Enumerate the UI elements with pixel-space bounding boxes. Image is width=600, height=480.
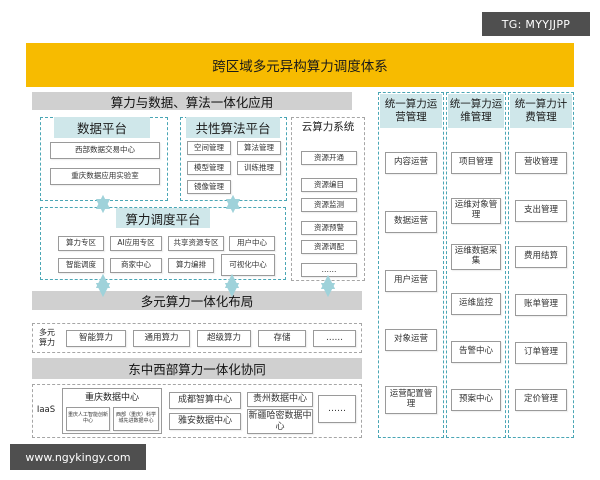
watermark-bottom: www.ngykingy.com: [10, 444, 146, 470]
billing-item-5: 定价管理: [515, 389, 567, 411]
maint-column-title: 统一算力运维管理: [448, 94, 504, 128]
sched-item-1: AI应用专区: [110, 236, 162, 251]
algo-item-4: 镜像管理: [187, 180, 231, 194]
cloud-item-4: 资源调配: [301, 240, 357, 254]
data-platform-item-1: 重庆数据应用实验室: [50, 168, 160, 185]
layout-item-4: ……: [313, 330, 356, 347]
chongqing-ai-center: 重庆人工智能创新中心: [66, 407, 110, 431]
maint-item-5: 预案中心: [451, 389, 501, 411]
chongqing-dc: 重庆数据中心: [84, 393, 139, 403]
sched-item-7: 可视化中心: [221, 254, 275, 276]
maint-item-0: 项目管理: [451, 152, 501, 174]
ops-column-title: 统一算力运营管理: [380, 94, 442, 128]
layout-item-0: 智能算力: [66, 330, 126, 347]
ops-item-2: 用户运营: [385, 270, 437, 292]
billing-item-2: 费用结算: [515, 246, 567, 268]
sched-item-3: 用户中心: [229, 236, 275, 251]
maint-item-3: 运维监控: [451, 293, 501, 315]
billing-item-4: 订单管理: [515, 342, 567, 364]
cloud-item-1: 资源编目: [301, 178, 357, 192]
sched-item-2: 共享资源专区: [168, 236, 224, 251]
algo-item-3: 训练推理: [237, 161, 281, 175]
chengdu-dc: 成都智算中心: [169, 392, 241, 409]
app-section-title: 算力与数据、算法一体化应用: [32, 92, 352, 110]
iaas-label: IaaS: [36, 405, 56, 415]
scheduling-title: 算力调度平台: [116, 208, 210, 228]
layout-section-title: 多元算力一体化布局: [32, 291, 362, 310]
maint-item-2: 运维数据采集: [451, 244, 501, 270]
algo-item-0: 空间管理: [187, 141, 231, 155]
data-platform-title: 数据平台: [54, 117, 150, 138]
cooperation-title: 东中西部算力一体化协同: [32, 358, 362, 379]
layout-item-1: 通用算力: [133, 330, 190, 347]
ops-item-1: 数据运营: [385, 211, 437, 233]
sched-item-6: 算力编排: [168, 258, 214, 273]
cloud-item-5: ……: [301, 263, 357, 277]
ops-item-3: 对象运营: [385, 329, 437, 351]
sched-item-5: 商家中心: [110, 258, 162, 273]
ops-item-0: 内容运营: [385, 152, 437, 174]
cloud-item-0: 资源开通: [301, 151, 357, 165]
cloud-system-title: 云算力系统: [301, 121, 355, 133]
sched-item-0: 算力专区: [58, 236, 104, 251]
west-science-city-dc: 西部（重庆）科学城先进数据中心: [113, 407, 159, 431]
layout-label: 多元算力: [39, 328, 55, 347]
maint-item-4: 告警中心: [451, 341, 501, 363]
maint-item-1: 运维对象管理: [451, 198, 501, 224]
billing-item-0: 营收管理: [515, 152, 567, 174]
watermark-top: TG: MYYJJPP: [482, 12, 590, 36]
cloud-item-3: 资源预警: [301, 221, 357, 235]
algo-item-2: 模型管理: [187, 161, 231, 175]
xinjiang-dc: 新疆哈密数据中心: [247, 409, 313, 434]
guizhou-dc: 贵州数据中心: [247, 392, 313, 407]
layout-item-2: 超级算力: [197, 330, 251, 347]
cooperation-more: ……: [318, 395, 356, 423]
cloud-item-2: 资源监测: [301, 198, 357, 212]
layout-item-3: 存储: [258, 330, 306, 347]
title-banner: 跨区域多元异构算力调度体系: [26, 43, 574, 87]
banner-title: 跨区域多元异构算力调度体系: [212, 59, 388, 75]
ops-item-4: 运营配置管理: [385, 386, 437, 414]
algo-item-1: 算法管理: [237, 141, 281, 155]
yaan-dc: 雅安数据中心: [169, 413, 241, 430]
billing-item-1: 支出管理: [515, 200, 567, 222]
billing-column-title: 统一算力计费管理: [510, 94, 572, 128]
data-platform-item-0: 西部数据交易中心: [50, 142, 160, 159]
sched-item-4: 智能调度: [58, 258, 104, 273]
billing-item-3: 账单管理: [515, 294, 567, 316]
algo-platform-title: 共性算法平台: [186, 117, 280, 138]
